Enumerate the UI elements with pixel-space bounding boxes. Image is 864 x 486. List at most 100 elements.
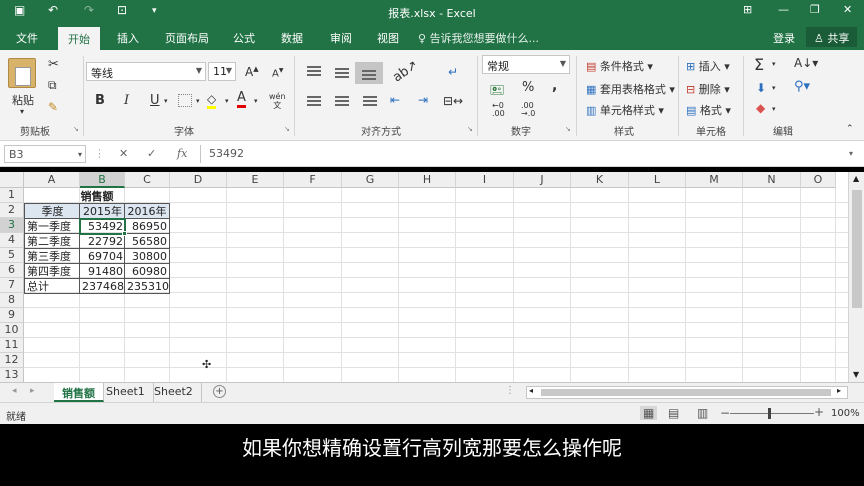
collapse-ribbon-icon[interactable]: ⌃: [846, 124, 854, 134]
sheet-tab-sheet2[interactable]: Sheet2: [146, 383, 202, 402]
scroll-up-icon[interactable]: ▲: [853, 174, 859, 183]
horizontal-scroll-thumb[interactable]: [541, 389, 831, 396]
dialog-launcher-icon[interactable]: ↘: [467, 125, 473, 133]
row-header[interactable]: 7: [0, 278, 24, 293]
grow-font-icon[interactable]: A▲: [245, 65, 259, 79]
format-as-table-button[interactable]: ▦ 套用表格格式 ▾: [586, 81, 675, 97]
column-header[interactable]: E: [227, 172, 284, 188]
page-break-view-icon[interactable]: ▥: [697, 406, 708, 420]
column-header[interactable]: D: [170, 172, 227, 188]
paste-dropdown-icon[interactable]: ▾: [20, 107, 24, 116]
row-header[interactable]: 9: [0, 308, 24, 323]
chevron-down-icon[interactable]: ▾: [254, 97, 258, 105]
underline-button[interactable]: U: [150, 93, 160, 108]
zoom-slider[interactable]: [730, 413, 814, 414]
align-left-icon[interactable]: [307, 96, 321, 106]
paste-button[interactable]: 粘贴: [12, 92, 34, 108]
ribbon-display-icon[interactable]: ⊞: [743, 3, 752, 16]
column-header[interactable]: N: [743, 172, 801, 188]
clear-icon[interactable]: ◆: [756, 101, 765, 115]
select-all-corner[interactable]: [0, 172, 24, 188]
minimize-icon[interactable]: —: [778, 3, 789, 16]
tab-view[interactable]: 视图: [377, 30, 399, 46]
align-middle-icon[interactable]: [335, 68, 349, 78]
format-painter-icon[interactable]: ✎: [48, 100, 58, 114]
column-header[interactable]: L: [629, 172, 686, 188]
column-header[interactable]: C: [125, 172, 170, 188]
zoom-in-icon[interactable]: +: [814, 405, 824, 419]
tab-split-icon[interactable]: ⋮: [505, 385, 515, 396]
zoom-level[interactable]: 100%: [831, 408, 860, 419]
fill-icon[interactable]: ⬇: [756, 81, 766, 95]
normal-view-icon[interactable]: ▦: [640, 406, 658, 420]
font-name-select[interactable]: 等线 ▼: [86, 62, 206, 81]
sort-filter-icon[interactable]: A↓▾: [794, 56, 818, 70]
row-header[interactable]: 11: [0, 338, 24, 353]
column-header[interactable]: F: [284, 172, 342, 188]
percent-button[interactable]: %: [522, 80, 534, 95]
column-header[interactable]: K: [571, 172, 629, 188]
column-header[interactable]: M: [686, 172, 743, 188]
row-header[interactable]: 4: [0, 233, 24, 248]
column-header[interactable]: G: [342, 172, 399, 188]
worksheet-grid[interactable]: ABCDEFGHIJKLMNO 1 2 3 4 5 6 7 8 9 10 11 12 13 销售额 季度…: [0, 172, 848, 382]
clipboard-icon[interactable]: [8, 58, 36, 88]
accounting-format-icon[interactable]: 🖭: [490, 81, 504, 102]
chevron-down-icon[interactable]: ▾: [772, 60, 776, 68]
format-cells-button[interactable]: ▤ 格式 ▾: [686, 102, 731, 118]
cut-icon[interactable]: ✂: [48, 57, 59, 72]
dialog-launcher-icon[interactable]: ↘: [565, 125, 571, 133]
zoom-slider-knob[interactable]: [768, 408, 771, 419]
vertical-scroll-thumb[interactable]: [852, 190, 862, 308]
row-header[interactable]: 12: [0, 353, 24, 368]
increase-indent-icon[interactable]: ⇥: [418, 93, 428, 107]
row-header[interactable]: 13: [0, 368, 24, 382]
align-center-icon[interactable]: [335, 96, 349, 106]
chevron-down-icon[interactable]: ▾: [772, 105, 776, 113]
more-icon[interactable]: ⋮: [94, 147, 105, 160]
conditional-format-button[interactable]: ▤ 条件格式 ▾: [586, 58, 653, 74]
name-box[interactable]: B3 ▾: [4, 145, 86, 163]
borders-icon[interactable]: [178, 94, 192, 107]
insert-cells-button[interactable]: ⊞ 插入 ▾: [686, 58, 730, 74]
chevron-down-icon[interactable]: ▾: [164, 97, 168, 105]
shrink-font-icon[interactable]: A▼: [272, 67, 283, 79]
scroll-down-icon[interactable]: ▼: [853, 370, 859, 379]
sheet-tab-sales[interactable]: 销售额: [54, 383, 104, 402]
chevron-down-icon[interactable]: ▾: [225, 97, 229, 105]
restore-icon[interactable]: ❐: [810, 3, 820, 16]
wrap-text-icon[interactable]: ↵: [448, 65, 458, 79]
increase-decimal-icon[interactable]: ←0.00: [492, 102, 505, 118]
row-header[interactable]: 1: [0, 188, 24, 203]
number-format-select[interactable]: 常规 ▼: [482, 55, 570, 74]
vertical-scrollbar[interactable]: ▲ ▼: [848, 172, 864, 382]
next-sheet-icon[interactable]: ▸: [30, 386, 35, 396]
align-right-icon[interactable]: [363, 96, 377, 106]
column-header[interactable]: B: [80, 172, 125, 188]
fill-handle[interactable]: [122, 231, 127, 236]
row-header[interactable]: 3: [0, 218, 24, 233]
chevron-down-icon[interactable]: ▾: [772, 84, 776, 92]
bold-button[interactable]: B: [95, 93, 105, 108]
font-color-button[interactable]: A: [237, 91, 246, 108]
decrease-indent-icon[interactable]: ⇤: [390, 93, 400, 107]
column-header[interactable]: A: [24, 172, 80, 188]
zoom-out-icon[interactable]: −: [720, 406, 730, 420]
row-header[interactable]: 10: [0, 323, 24, 338]
copy-icon[interactable]: ⧉: [48, 78, 57, 93]
decrease-decimal-icon[interactable]: .00 →.0: [521, 102, 535, 118]
horizontal-scrollbar[interactable]: ◂ ▸: [526, 386, 848, 399]
row-header[interactable]: 5: [0, 248, 24, 263]
column-header[interactable]: I: [456, 172, 514, 188]
page-layout-view-icon[interactable]: ▤: [668, 406, 679, 420]
scroll-left-icon[interactable]: ◂: [529, 386, 533, 395]
login-button[interactable]: 登录: [773, 30, 795, 46]
new-sheet-icon[interactable]: +: [213, 385, 226, 398]
align-bottom-selected[interactable]: [355, 62, 383, 84]
tab-home[interactable]: 开始: [58, 27, 100, 50]
italic-button[interactable]: I: [124, 93, 129, 108]
insert-function-icon[interactable]: fx: [177, 147, 187, 160]
autosum-icon[interactable]: Σ: [754, 55, 764, 74]
column-header[interactable]: J: [514, 172, 571, 188]
dialog-launcher-icon[interactable]: ↘: [284, 125, 290, 133]
